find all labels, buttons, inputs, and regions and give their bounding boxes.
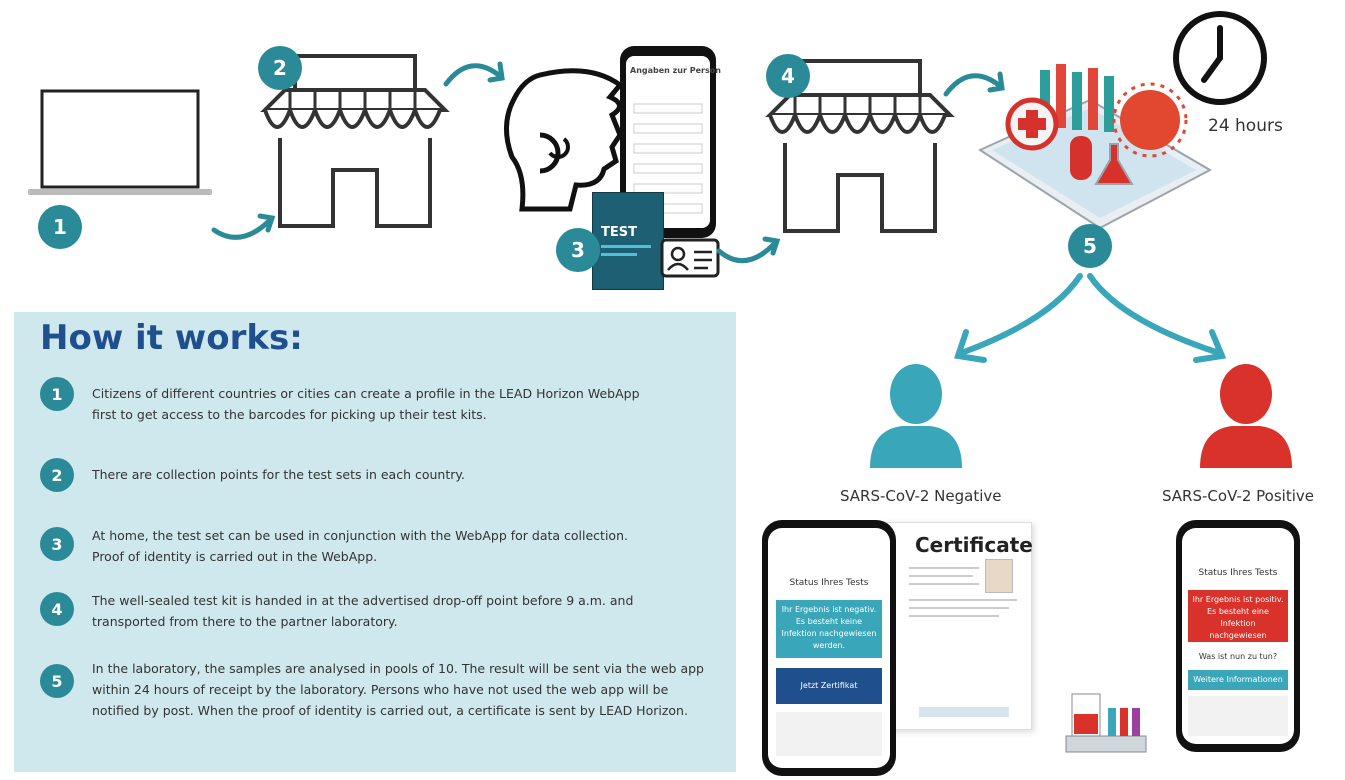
positive-status-title: Status Ihres Tests <box>1198 568 1278 578</box>
step-2-badge: 2 <box>40 458 74 492</box>
form-title: Angaben zur Person <box>630 66 721 75</box>
negative-phone: Status Ihres Tests Ihr Ergebnis ist nega… <box>762 520 896 776</box>
step-5-badge: 5 <box>40 664 74 698</box>
certificate-photo <box>985 559 1013 593</box>
positive-phone: Status Ihres Tests Ihr Ergebnis ist posi… <box>1176 520 1300 752</box>
hours-label: 24 hours <box>1208 116 1283 136</box>
step-4-text: The well-sealed test kit is handed in at… <box>92 593 634 629</box>
test-kit-box: TEST <box>592 192 664 290</box>
certificate-title: Certificate <box>915 533 1033 557</box>
step-badge-3: 3 <box>556 228 600 272</box>
how-it-works-title: How it works: <box>40 318 303 358</box>
step-4-badge: 4 <box>40 592 74 626</box>
step-2-text: There are collection points for the test… <box>92 467 465 482</box>
step-3-badge: 3 <box>40 527 74 561</box>
positive-result-label: SARS-CoV-2 Positive <box>1162 487 1314 505</box>
step-badge-1: 1 <box>38 205 82 249</box>
step-5-text: In the laboratory, the samples are analy… <box>92 661 704 718</box>
laptop-icon <box>20 85 220 200</box>
step-1-badge: 1 <box>40 377 74 411</box>
negative-status-title: Status Ihres Tests <box>789 578 869 588</box>
positive-person-icon <box>1196 360 1296 470</box>
step-badge-4: 4 <box>766 54 810 98</box>
lab-equipment-icon <box>1060 686 1150 756</box>
more-info-button[interactable]: Weitere Informationen <box>1188 670 1288 690</box>
id-card-icon <box>660 238 720 278</box>
result-branch-arrows <box>940 240 1240 370</box>
positive-next-steps: Was ist nun zu tun? <box>1198 652 1278 661</box>
negative-person-icon <box>866 360 966 470</box>
clock-icon <box>1170 8 1270 108</box>
step-1-text: Citizens of different countries or citie… <box>92 386 640 422</box>
test-kit-label: TEST <box>601 225 637 240</box>
negative-result-label: SARS-CoV-2 Negative <box>840 487 1002 505</box>
download-certificate-button[interactable]: Jetzt Zertifikat herunterladen <box>776 668 882 704</box>
step-3-text: At home, the test set can be used in con… <box>92 528 628 564</box>
certificate-document: Certificate <box>878 522 1033 730</box>
step-badge-2: 2 <box>258 46 302 90</box>
positive-result-banner: Ihr Ergebnis ist positiv. Es besteht ein… <box>1188 590 1288 642</box>
negative-result-banner: Ihr Ergebnis ist negativ. Es besteht kei… <box>776 600 882 658</box>
